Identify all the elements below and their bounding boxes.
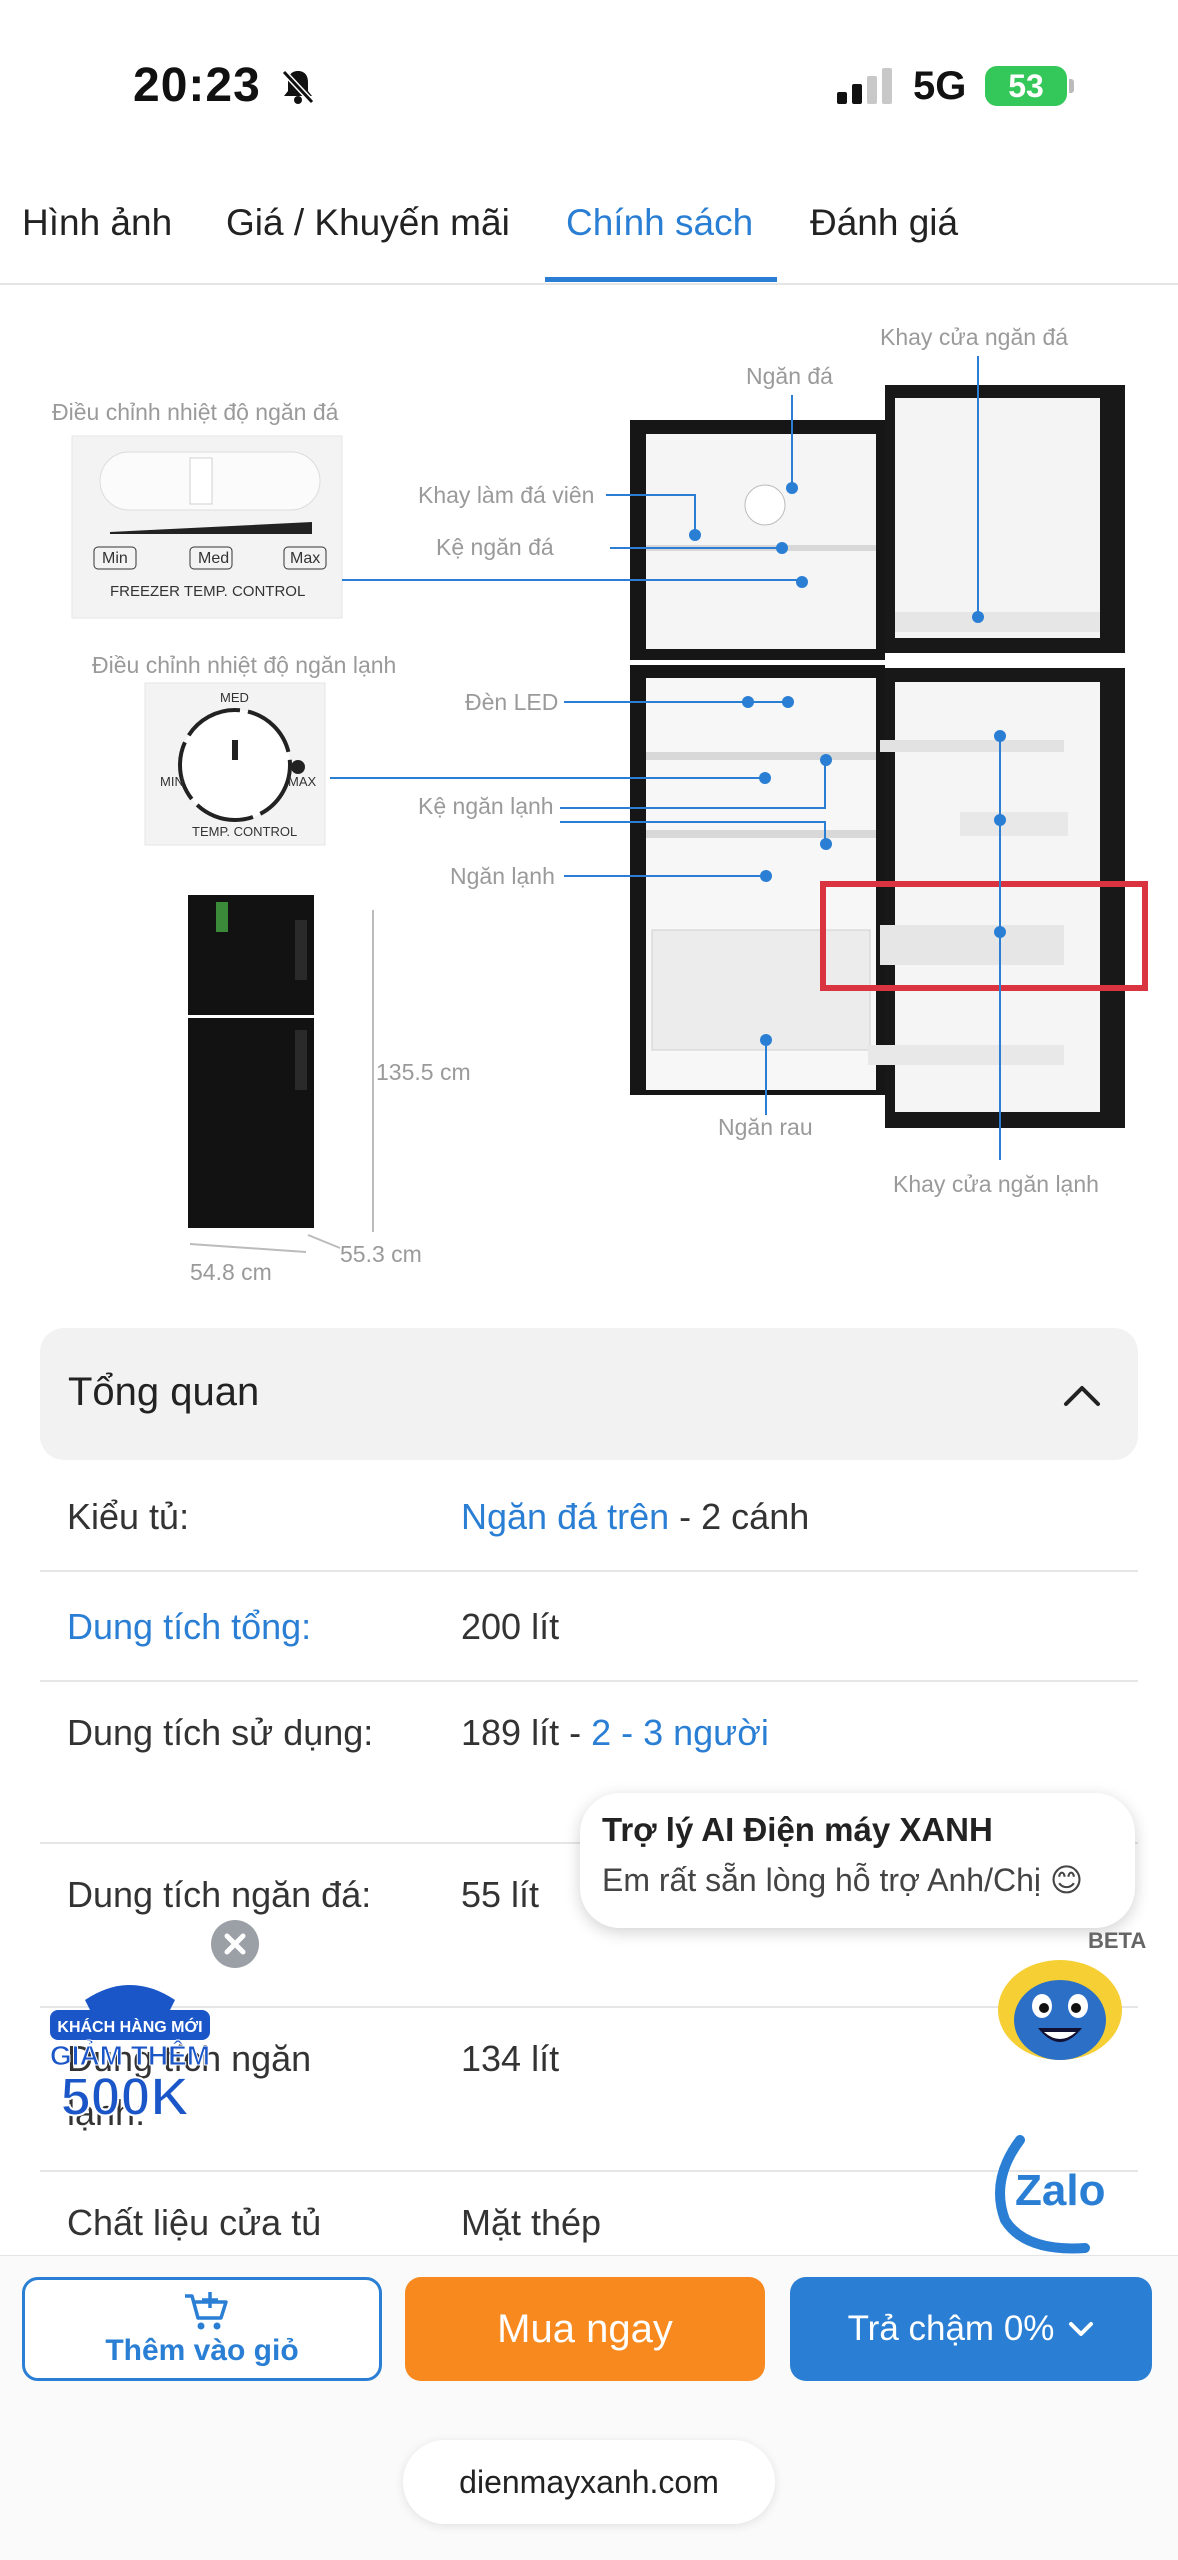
svg-text:Med: Med xyxy=(198,550,229,567)
svg-text:FREEZER TEMP. CONTROL: FREEZER TEMP. CONTROL xyxy=(110,583,305,600)
dimension-width: 54.8 cm xyxy=(190,1259,272,1285)
tab-images[interactable]: Hình ảnh xyxy=(22,202,172,244)
close-icon xyxy=(224,1933,246,1955)
callout-fridge: Ngăn lạnh xyxy=(450,863,555,889)
spec-value: Ngăn đá trên - 2 cánh xyxy=(461,1496,810,1537)
battery-indicator: 53 xyxy=(985,66,1067,106)
cart-plus-icon xyxy=(185,2292,228,2330)
spec-value: 134 lít xyxy=(461,2038,560,2079)
dimension-height: 135.5 cm xyxy=(376,1059,471,1085)
add-to-cart-label: Thêm vào giỏ xyxy=(105,2334,299,2367)
spec-value: 200 lít xyxy=(461,1606,560,1647)
status-bar: 20:23 5G 53 xyxy=(0,0,1178,150)
status-time: 20:23 xyxy=(133,59,261,112)
promo-close-button[interactable] xyxy=(211,1920,259,1968)
product-diagram-image[interactable]: Điều chỉnh nhiệt độ ngăn đá Min Med Max … xyxy=(0,300,1178,1300)
svg-text:MED: MED xyxy=(220,690,249,705)
zalo-chat-icon[interactable]: Zalo xyxy=(985,2130,1125,2255)
callout-freezer: Ngăn đá xyxy=(746,363,833,389)
callout-ice-tray: Khay làm đá viên xyxy=(418,482,594,508)
installment-button[interactable]: Trả chậm 0% xyxy=(790,2277,1152,2381)
chevron-up-icon[interactable] xyxy=(1062,1380,1102,1410)
spec-value: Mặt thép xyxy=(461,2202,602,2243)
spec-value: 189 lít - 2 - 3 người xyxy=(461,1712,769,1753)
network-type: 5G xyxy=(913,64,967,108)
spec-value: 55 lít xyxy=(461,1874,540,1915)
spec-label-link[interactable]: Dung tích tổng: xyxy=(67,1600,397,1654)
svg-text:Min: Min xyxy=(102,550,128,567)
overview-title: Tổng quan xyxy=(68,1370,260,1414)
bell-muted-icon xyxy=(281,69,315,105)
spec-row: Chất liệu cửa tủ Mặt thép xyxy=(40,2172,1138,2262)
fridge-control-title: Điều chỉnh nhiệt độ ngăn lạnh xyxy=(92,652,396,678)
spec-label: Kiểu tủ: xyxy=(67,1496,190,1537)
active-tab-indicator xyxy=(545,277,777,282)
section-tabs: Hình ảnh Giá / Khuyến mãi Chính sách Đán… xyxy=(0,170,1178,285)
chevron-down-icon xyxy=(1069,2322,1094,2336)
add-to-cart-button[interactable]: Thêm vào giỏ xyxy=(22,2277,382,2381)
spec-row: Dung tích tổng: 200 lít xyxy=(40,1572,1138,1682)
callout-freezer-shelf: Kệ ngăn đá xyxy=(436,534,554,560)
browser-url-bar[interactable]: dienmayxanh.com xyxy=(403,2440,775,2524)
dimension-depth: 55.3 cm xyxy=(340,1241,422,1267)
callout-crisper: Ngăn rau xyxy=(718,1114,813,1140)
spec-value-link[interactable]: Ngăn đá trên xyxy=(461,1496,669,1537)
svg-text:TEMP. CONTROL: TEMP. CONTROL xyxy=(192,824,297,839)
tab-reviews[interactable]: Đánh giá xyxy=(810,202,958,244)
svg-text:KHÁCH HÀNG MỚI: KHÁCH HÀNG MỚI xyxy=(57,2017,202,2036)
ai-assistant-title: Trợ lý AI Điện máy XANH xyxy=(602,1811,993,1848)
buy-now-button[interactable]: Mua ngay xyxy=(405,2277,765,2381)
svg-text:500K: 500K xyxy=(60,2067,189,2127)
signal-icon xyxy=(837,68,892,104)
freezer-control-title: Điều chỉnh nhiệt độ ngăn đá xyxy=(52,399,339,425)
spec-label: Dung tích ngăn đá: xyxy=(67,1874,372,1915)
battery-tip xyxy=(1069,79,1074,93)
callout-fridge-door-tray: Khay cửa ngăn lạnh xyxy=(893,1171,1099,1197)
spec-label: Chất liệu cửa tủ xyxy=(67,2202,322,2243)
svg-text:Max: Max xyxy=(290,550,320,567)
tab-policy[interactable]: Chính sách xyxy=(566,202,753,244)
installment-label: Trả chậm 0% xyxy=(847,2309,1055,2348)
svg-text:MIN: MIN xyxy=(160,774,184,789)
callout-freezer-door-tray: Khay cửa ngăn đá xyxy=(880,324,1068,350)
svg-text:Zalo: Zalo xyxy=(1015,2166,1105,2215)
tab-price-promo[interactable]: Giá / Khuyến mãi xyxy=(226,202,510,244)
spec-row: Kiểu tủ: Ngăn đá trên - 2 cánh xyxy=(40,1460,1138,1572)
ai-mascot-icon[interactable] xyxy=(990,1948,1130,2068)
overview-accordion[interactable]: Tổng quan xyxy=(40,1328,1138,1460)
spec-value-link[interactable]: 2 - 3 người xyxy=(591,1712,769,1753)
new-customer-promo-badge[interactable]: KHÁCH HÀNG MỚI GIẢM THÊM 500K xyxy=(45,1970,215,2130)
ai-assistant-bubble[interactable]: Trợ lý AI Điện máy XANH Em rất sẵn lòng … xyxy=(580,1793,1135,1928)
ai-assistant-subtitle: Em rất sẵn lòng hỗ trợ Anh/Chị 😊 xyxy=(602,1862,1084,1898)
callout-fridge-shelf: Kệ ngăn lạnh xyxy=(418,793,554,819)
svg-text:MAX: MAX xyxy=(288,774,317,789)
spec-label: Dung tích sử dụng: xyxy=(67,1712,374,1753)
callout-led: Đèn LED xyxy=(465,689,558,715)
